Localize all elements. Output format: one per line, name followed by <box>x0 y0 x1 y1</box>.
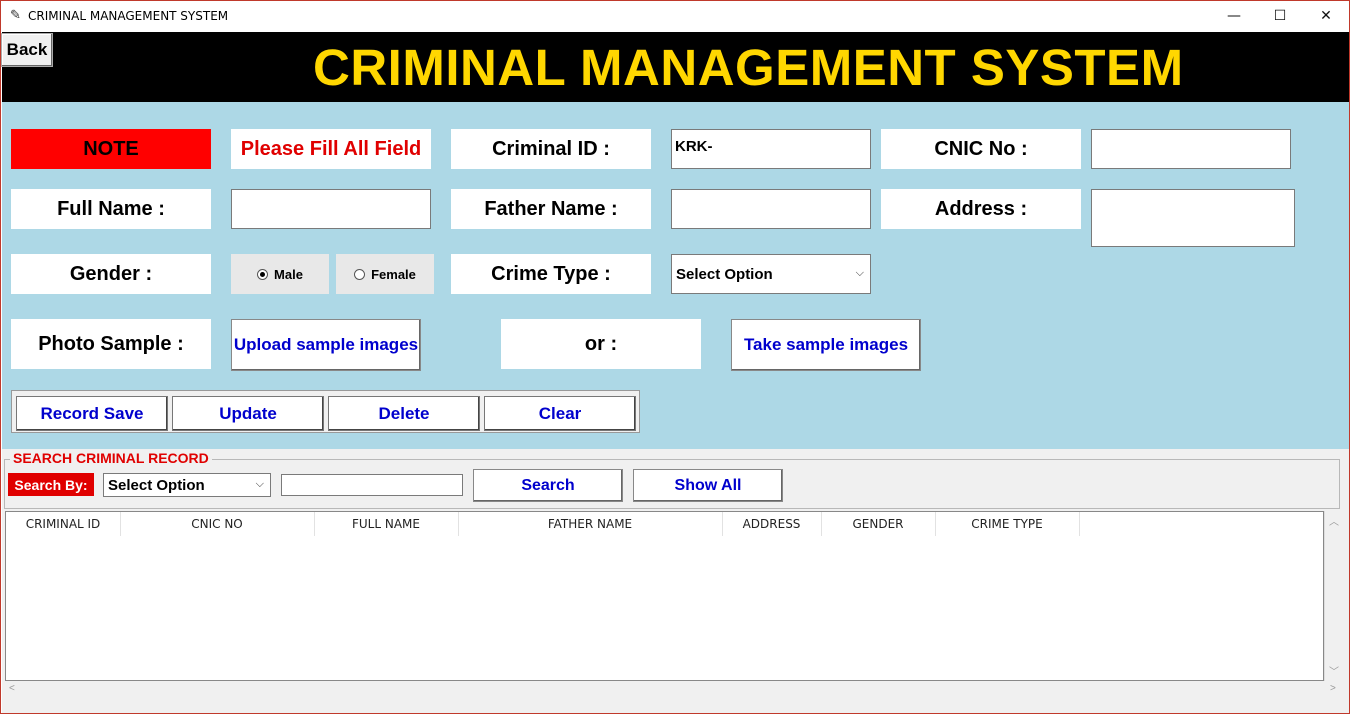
show-all-button[interactable]: Show All <box>633 469 783 502</box>
address-label: Address : <box>881 189 1081 229</box>
clear-button[interactable]: Clear <box>484 396 636 431</box>
crime-type-select[interactable]: Select Option ⌵ <box>671 254 871 294</box>
header-banner: CRIMINAL MANAGEMENT SYSTEM <box>2 32 1349 102</box>
full-name-input[interactable] <box>231 189 431 229</box>
column-header[interactable]: CRIMINAL ID <box>6 512 121 536</box>
column-header[interactable]: GENDER <box>821 512 936 536</box>
search-by-label: Search By: <box>8 473 94 496</box>
column-header[interactable]: CNIC NO <box>120 512 315 536</box>
record-save-button[interactable]: Record Save <box>16 396 168 431</box>
scroll-up-icon[interactable]: ︿ <box>1329 513 1339 528</box>
back-button[interactable]: Back <box>1 33 53 67</box>
note-text: Please Fill All Field <box>231 129 431 169</box>
radio-label-male: Male <box>274 266 303 282</box>
father-name-input[interactable] <box>671 189 871 229</box>
photo-sample-label: Photo Sample : <box>11 319 211 369</box>
search-button[interactable]: Search <box>473 469 623 502</box>
gender-radio-female[interactable]: Female <box>336 254 434 294</box>
vertical-scrollbar[interactable]: ︿ ﹀ <box>1324 511 1341 681</box>
column-header[interactable]: FULL NAME <box>314 512 459 536</box>
radio-selected-icon <box>257 268 269 280</box>
crime-type-value: Select Option <box>676 265 773 283</box>
cnic-input[interactable] <box>1091 129 1291 169</box>
delete-button[interactable]: Delete <box>328 396 480 431</box>
search-section-title: SEARCH CRIMINAL RECORD <box>10 450 212 466</box>
criminal-records-table[interactable]: CRIMINAL ID CNIC NO FULL NAME FATHER NAM… <box>5 511 1324 681</box>
search-by-select[interactable]: Select Option ⌵ <box>103 473 271 497</box>
address-textarea[interactable] <box>1091 189 1295 247</box>
full-name-label: Full Name : <box>11 189 211 229</box>
close-button[interactable]: ✕ <box>1303 1 1349 32</box>
criminal-id-input[interactable]: KRK- <box>671 129 871 169</box>
radio-unselected-icon <box>354 268 366 280</box>
column-header[interactable]: FATHER NAME <box>458 512 723 536</box>
chevron-down-icon: ⌵ <box>855 266 864 279</box>
search-input[interactable] <box>281 474 463 496</box>
crime-type-label: Crime Type : <box>451 254 651 294</box>
scroll-right-icon[interactable]: > <box>1330 683 1336 694</box>
gender-label: Gender : <box>11 254 211 294</box>
father-name-label: Father Name : <box>451 189 651 229</box>
gender-radio-male[interactable]: Male <box>231 254 329 294</box>
scroll-left-icon[interactable]: < <box>9 683 15 694</box>
chevron-down-icon: ⌵ <box>255 477 264 490</box>
update-button[interactable]: Update <box>172 396 324 431</box>
or-label: or : <box>501 319 701 369</box>
cnic-label: CNIC No : <box>881 129 1081 169</box>
page-title: CRIMINAL MANAGEMENT SYSTEM <box>313 39 1184 96</box>
column-header[interactable]: CRIME TYPE <box>935 512 1080 536</box>
title-bar: ✎ CRIMINAL MANAGEMENT SYSTEM — ☐ ✕ <box>1 1 1349 32</box>
scroll-down-icon[interactable]: ﹀ <box>1329 663 1339 678</box>
criminal-id-label: Criminal ID : <box>451 129 651 169</box>
maximize-button[interactable]: ☐ <box>1257 1 1303 32</box>
app-window: ✎ CRIMINAL MANAGEMENT SYSTEM — ☐ ✕ CRIMI… <box>0 0 1350 714</box>
feather-app-icon: ✎ <box>10 7 21 22</box>
note-label: NOTE <box>11 129 211 169</box>
search-by-value: Select Option <box>108 476 205 494</box>
action-button-bar: Record Save Update Delete Clear <box>11 390 640 433</box>
radio-label-female: Female <box>371 266 416 282</box>
window-title: CRIMINAL MANAGEMENT SYSTEM <box>28 9 229 23</box>
column-header[interactable]: ADDRESS <box>722 512 822 536</box>
minimize-button[interactable]: — <box>1211 1 1257 32</box>
horizontal-scrollbar[interactable]: < > <box>5 681 1341 698</box>
upload-sample-images-button[interactable]: Upload sample images <box>231 319 421 371</box>
take-sample-images-button[interactable]: Take sample images <box>731 319 921 371</box>
